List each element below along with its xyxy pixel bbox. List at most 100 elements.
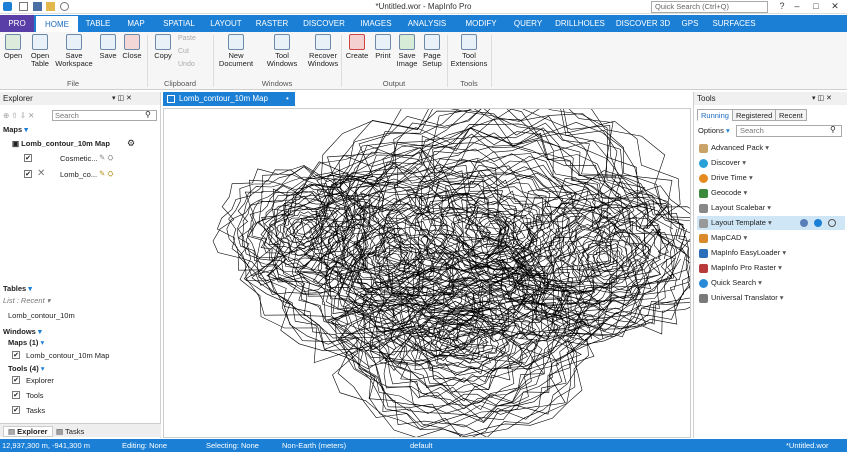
tab-home[interactable]: HOME — [36, 15, 78, 32]
tool-windows-button[interactable]: Tool Windows — [260, 34, 304, 68]
tab-gps[interactable]: GPS — [676, 15, 704, 32]
undo-button[interactable]: Undo — [178, 61, 195, 69]
open-button[interactable]: Open — [2, 34, 24, 60]
tab-map[interactable]: MAP — [118, 15, 154, 32]
layer-label-icon[interactable]: ✎ ⛭ — [99, 169, 113, 179]
open-table-icon — [32, 34, 48, 50]
tools-window-item[interactable]: Tools — [26, 391, 44, 400]
tool-easyloader[interactable]: MapInfo EasyLoader ▾ — [697, 246, 845, 260]
tab-tasks[interactable]: ▤ Tasks — [56, 427, 84, 436]
tab-analysis[interactable]: ANALYSIS — [400, 15, 454, 32]
close-icon[interactable]: ✕ — [825, 1, 845, 12]
map-canvas[interactable] — [163, 108, 691, 438]
tools-count[interactable]: Tools (4) ▾ — [8, 364, 45, 373]
layer-edit-icon[interactable]: ✎ ⛭ — [99, 153, 113, 163]
tab-images[interactable]: IMAGES — [354, 15, 398, 32]
tab-table[interactable]: TABLE — [80, 15, 116, 32]
tab-discover-3d[interactable]: DISCOVER 3D — [612, 15, 674, 32]
tools-window-checkbox[interactable] — [12, 391, 20, 399]
tables-header[interactable]: Tables ▾ — [3, 284, 32, 293]
tools-search-icon[interactable]: ⚲ — [830, 125, 836, 134]
tool-discover[interactable]: Discover ▾ — [697, 156, 845, 170]
status-editing[interactable]: Editing: None — [122, 439, 167, 452]
page-setup-button[interactable]: Page Setup — [420, 34, 444, 68]
tool-quick-search[interactable]: Quick Search ▾ — [697, 276, 845, 290]
tool-extensions-button[interactable]: Tool Extensions — [450, 34, 488, 68]
tab-raster[interactable]: RASTER — [250, 15, 294, 32]
explorer-search-input[interactable]: Search — [52, 110, 157, 121]
map-properties-icon[interactable]: ⚙ — [127, 138, 135, 149]
help-tool-icon[interactable] — [800, 219, 808, 227]
explorer-window-checkbox[interactable] — [12, 376, 20, 384]
map-window-item[interactable]: Lomb_contour_10m Map — [26, 351, 109, 360]
options-dropdown[interactable]: Options ▾ — [698, 126, 730, 135]
recover-windows-button[interactable]: Recover Windows — [306, 34, 340, 68]
tool-universal-translator[interactable]: Universal Translator ▾ — [697, 291, 845, 305]
tab-discover[interactable]: DISCOVER — [296, 15, 352, 32]
tab-query[interactable]: QUERY — [508, 15, 548, 32]
close-button[interactable]: Close — [120, 34, 144, 60]
tool-drive-time[interactable]: Drive Time ▾ — [697, 171, 845, 185]
contour-layer[interactable]: Lomb_co... — [60, 170, 97, 179]
cosmetic-layer-checkbox[interactable] — [24, 154, 32, 162]
new-document-button[interactable]: New Document — [216, 34, 256, 68]
tool-pro-raster[interactable]: MapInfo Pro Raster ▾ — [697, 261, 845, 275]
status-style[interactable]: default — [410, 439, 433, 452]
tab-pro[interactable]: PRO — [0, 15, 34, 32]
explorer-pin-icon[interactable]: ▾ ◫ ✕ — [112, 94, 132, 102]
maps-count[interactable]: Maps (1) ▾ — [8, 338, 44, 347]
tools-pin-icon[interactable]: ▾ ◫ ✕ — [812, 94, 832, 102]
quick-search-tool-icon — [699, 279, 708, 288]
tab-registered[interactable]: Registered — [732, 109, 777, 121]
search-icon[interactable]: ⚲ — [145, 110, 151, 119]
save-image-button[interactable]: Save Image — [396, 34, 418, 68]
save-workspace-button[interactable]: Save Workspace — [54, 34, 94, 68]
quick-search-input[interactable]: Quick Search (Ctrl+Q) — [651, 1, 768, 13]
status-selecting[interactable]: Selecting: None — [206, 439, 259, 452]
explorer-window-item[interactable]: Explorer — [26, 376, 54, 385]
tool-layout-template[interactable]: Layout Template ▾ — [697, 216, 845, 230]
print-button[interactable]: Print — [372, 34, 394, 60]
contour-map[interactable] — [164, 109, 691, 438]
tab-spatial[interactable]: SPATIAL — [156, 15, 202, 32]
tasks-window-item[interactable]: Tasks — [26, 406, 45, 415]
tab-recent[interactable]: Recent — [775, 109, 807, 121]
tool-geocode[interactable]: Geocode ▾ — [697, 186, 845, 200]
tool-mapcad[interactable]: MapCAD ▾ — [697, 231, 845, 245]
minimize-icon[interactable]: – — [787, 1, 807, 11]
tools-search-input[interactable]: Search — [736, 125, 842, 137]
tool-layout-scalebar[interactable]: Layout Scalebar ▾ — [697, 201, 845, 215]
tab-running[interactable]: Running — [697, 109, 733, 121]
tab-explorer[interactable]: ▤ Explorer — [3, 426, 53, 437]
tab-close-icon[interactable]: • — [286, 92, 289, 106]
tab-surfaces[interactable]: SURFACES — [706, 15, 762, 32]
map-tab-icon — [167, 95, 175, 103]
open-table-button[interactable]: Open Table — [28, 34, 52, 68]
tab-drillholes[interactable]: DRILLHOLES — [550, 15, 610, 32]
maximize-icon[interactable]: □ — [806, 1, 826, 11]
contour-layer-checkbox[interactable] — [24, 170, 32, 178]
paste-button[interactable]: Paste — [178, 35, 196, 43]
map-node[interactable]: ▣ Lomb_contour_10m Map — [12, 139, 110, 148]
copy-button[interactable]: Copy — [151, 34, 175, 60]
settings-tool-icon[interactable] — [828, 219, 836, 227]
tab-modify[interactable]: MODIFY — [456, 15, 506, 32]
maps-header[interactable]: Maps ▾ — [3, 125, 28, 134]
line-style-icon: ✕ — [37, 168, 46, 179]
create-button[interactable]: Create — [344, 34, 370, 60]
table-item[interactable]: Lomb_contour_10m — [8, 311, 75, 320]
tab-layout[interactable]: LAYOUT — [204, 15, 248, 32]
map-window-checkbox[interactable] — [12, 351, 20, 359]
list-recent-dropdown[interactable]: List : Recent ▾ — [3, 296, 51, 305]
info-tool-icon[interactable] — [814, 219, 822, 227]
tool-advanced-pack[interactable]: Advanced Pack ▾ — [697, 141, 845, 155]
cosmetic-layer[interactable]: Cosmetic... — [60, 154, 98, 163]
save-button[interactable]: Save — [98, 34, 118, 60]
cut-button[interactable]: Cut — [178, 48, 189, 56]
save-workspace-icon — [66, 34, 82, 50]
layer-tools-icon[interactable]: ⊕ ⇧ ⇩ ✕ — [3, 111, 34, 120]
tasks-window-checkbox[interactable] — [12, 406, 20, 414]
map-document-tab[interactable]: Lomb_contour_10m Map • — [163, 92, 295, 106]
status-projection[interactable]: Non-Earth (meters) — [282, 439, 346, 452]
windows-header[interactable]: Windows ▾ — [3, 327, 42, 336]
